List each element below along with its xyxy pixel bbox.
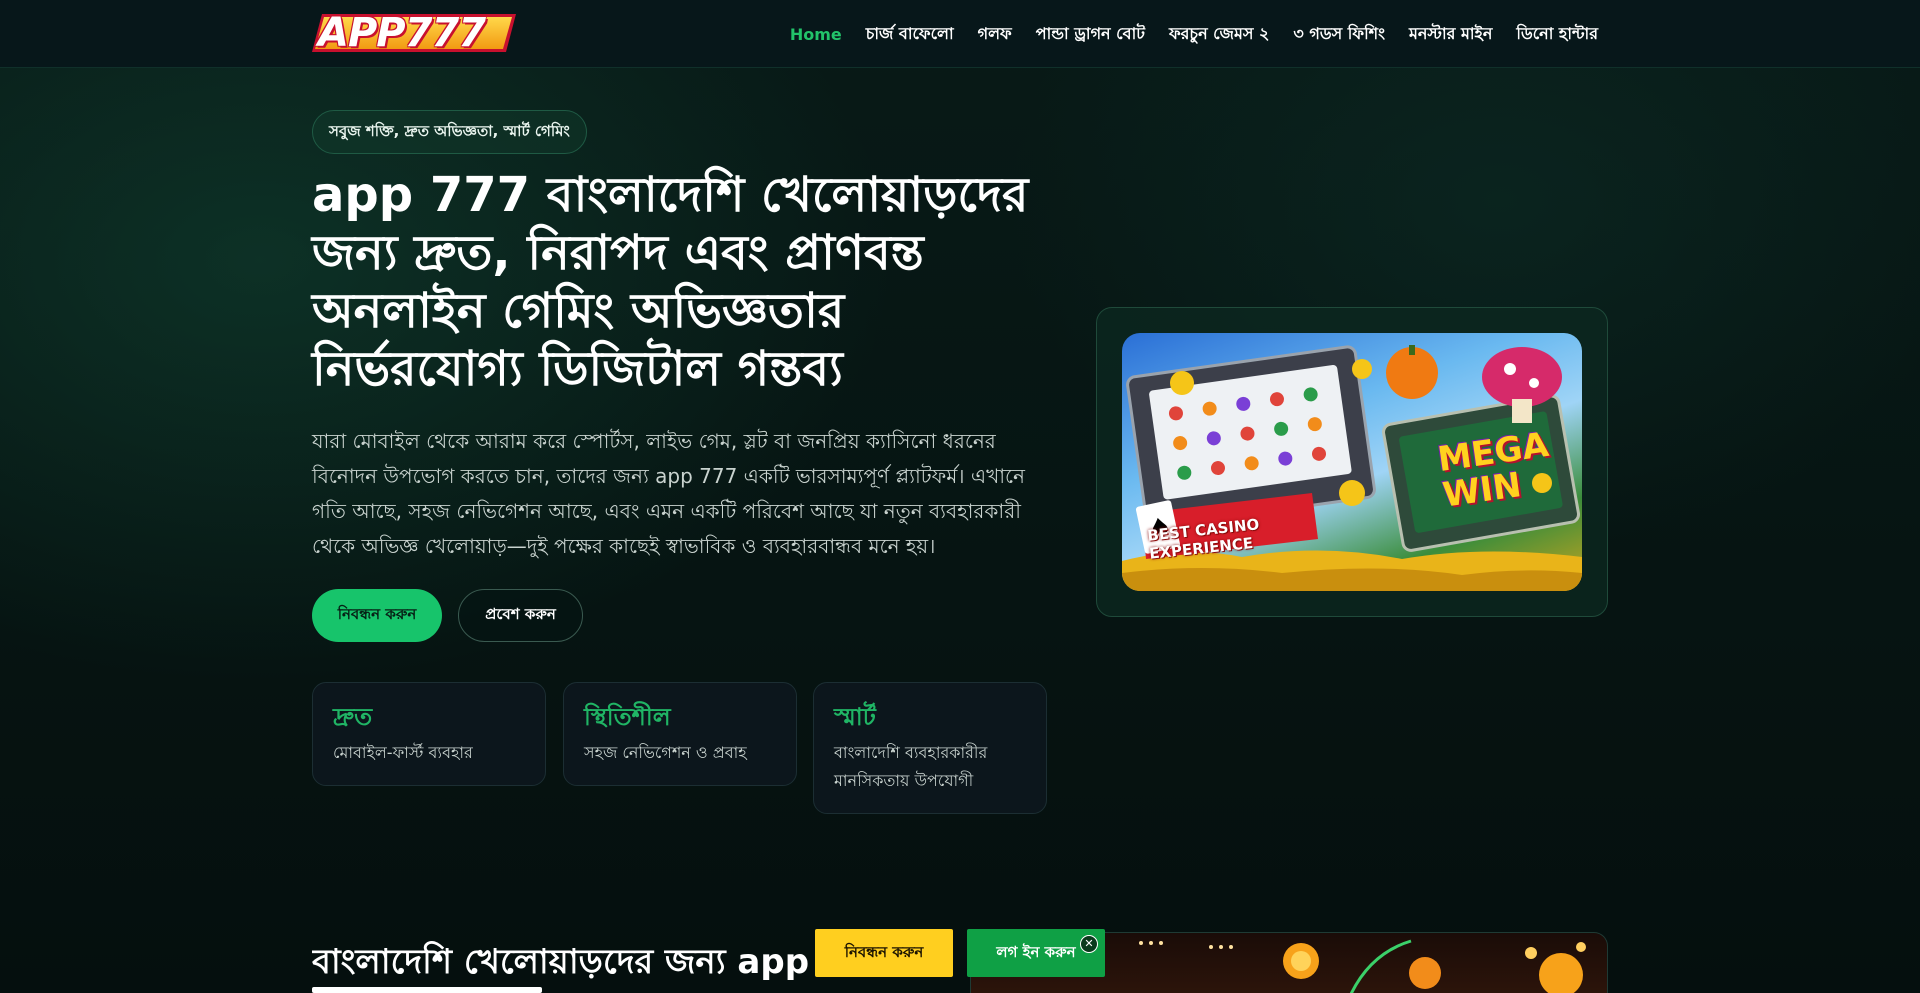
section2-title: বাংলাদেশি খেলোয়াড়দের জন্য app 777	[312, 942, 832, 982]
main-nav: Home চার্জ বাফেলো গলফ পান্ডা ড্রাগন বোট …	[790, 0, 1598, 68]
feature-text: সহজ নেভিগেশন ও প্রবাহ	[584, 743, 747, 762]
nav-fortune-gems-2[interactable]: ফরচুন জেমস ২	[1169, 21, 1269, 48]
section2-title-continuation	[312, 987, 542, 993]
nav-3-gods-fishing[interactable]: ৩ গডস ফিশিং	[1293, 21, 1385, 48]
nav-charge-buffalo[interactable]: চার্জ বাফেলো	[866, 21, 954, 48]
nav-dino-hunter[interactable]: ডিনো হান্টার	[1516, 21, 1598, 48]
nav-golf[interactable]: গলফ	[978, 21, 1012, 48]
feature-card-stable: স্থিতিশীল সহজ নেভিগেশন ও প্রবাহ	[563, 682, 797, 786]
feature-title: স্মার্ট	[834, 703, 876, 731]
feature-text: বাংলাদেশি ব্যবহারকারীর মানসিকতায় উপযোগী	[834, 743, 988, 790]
feature-text: মোবাইল-ফার্স্ট ব্যবহার	[333, 743, 473, 762]
site-logo[interactable]: APP777	[312, 10, 516, 56]
nav-panda-dragon-boat[interactable]: পান্ডা ড্রাগন বোট	[1036, 21, 1145, 48]
register-button[interactable]: নিবন্ধন করুন	[312, 589, 442, 642]
hero-image-card: ♠ BEST CASINO EXPERIENCE MEGA WIN	[1096, 307, 1608, 617]
feature-card-smart: স্মার্ট বাংলাদেশি ব্যবহারকারীর মানসিকতায…	[813, 682, 1047, 814]
feature-title: দ্রুত	[333, 703, 373, 731]
close-icon[interactable]: ✕	[1080, 935, 1098, 953]
hero-title: app 777 বাংলাদেশি খেলোয়াড়দের জন্য দ্রু…	[312, 167, 1029, 397]
feature-title: স্থিতিশীল	[584, 703, 671, 731]
casino-promo-image: ♠ BEST CASINO EXPERIENCE MEGA WIN	[1122, 333, 1582, 591]
nav-monster-mine[interactable]: মনস্টার মাইন	[1409, 21, 1492, 48]
feature-card-fast: দ্রুত মোবাইল-ফার্স্ট ব্যবহার	[312, 682, 546, 786]
hero-tagline-pill: সবুজ শক্তি, দ্রুত অভিজ্ঞতা, স্মার্ট গেমি…	[312, 110, 587, 154]
nav-home[interactable]: Home	[790, 25, 842, 44]
sticky-register-button[interactable]: নিবন্ধন করুন	[815, 929, 953, 977]
hero-description: যারা মোবাইল থেকে আরাম করে স্পোর্টস, লাইভ…	[312, 429, 1025, 558]
login-button[interactable]: প্রবেশ করুন	[458, 589, 583, 642]
site-header: APP777 Home চার্জ বাফেলো গলফ পান্ডা ড্রা…	[0, 0, 1920, 68]
logo-text: APP777	[318, 10, 486, 56]
